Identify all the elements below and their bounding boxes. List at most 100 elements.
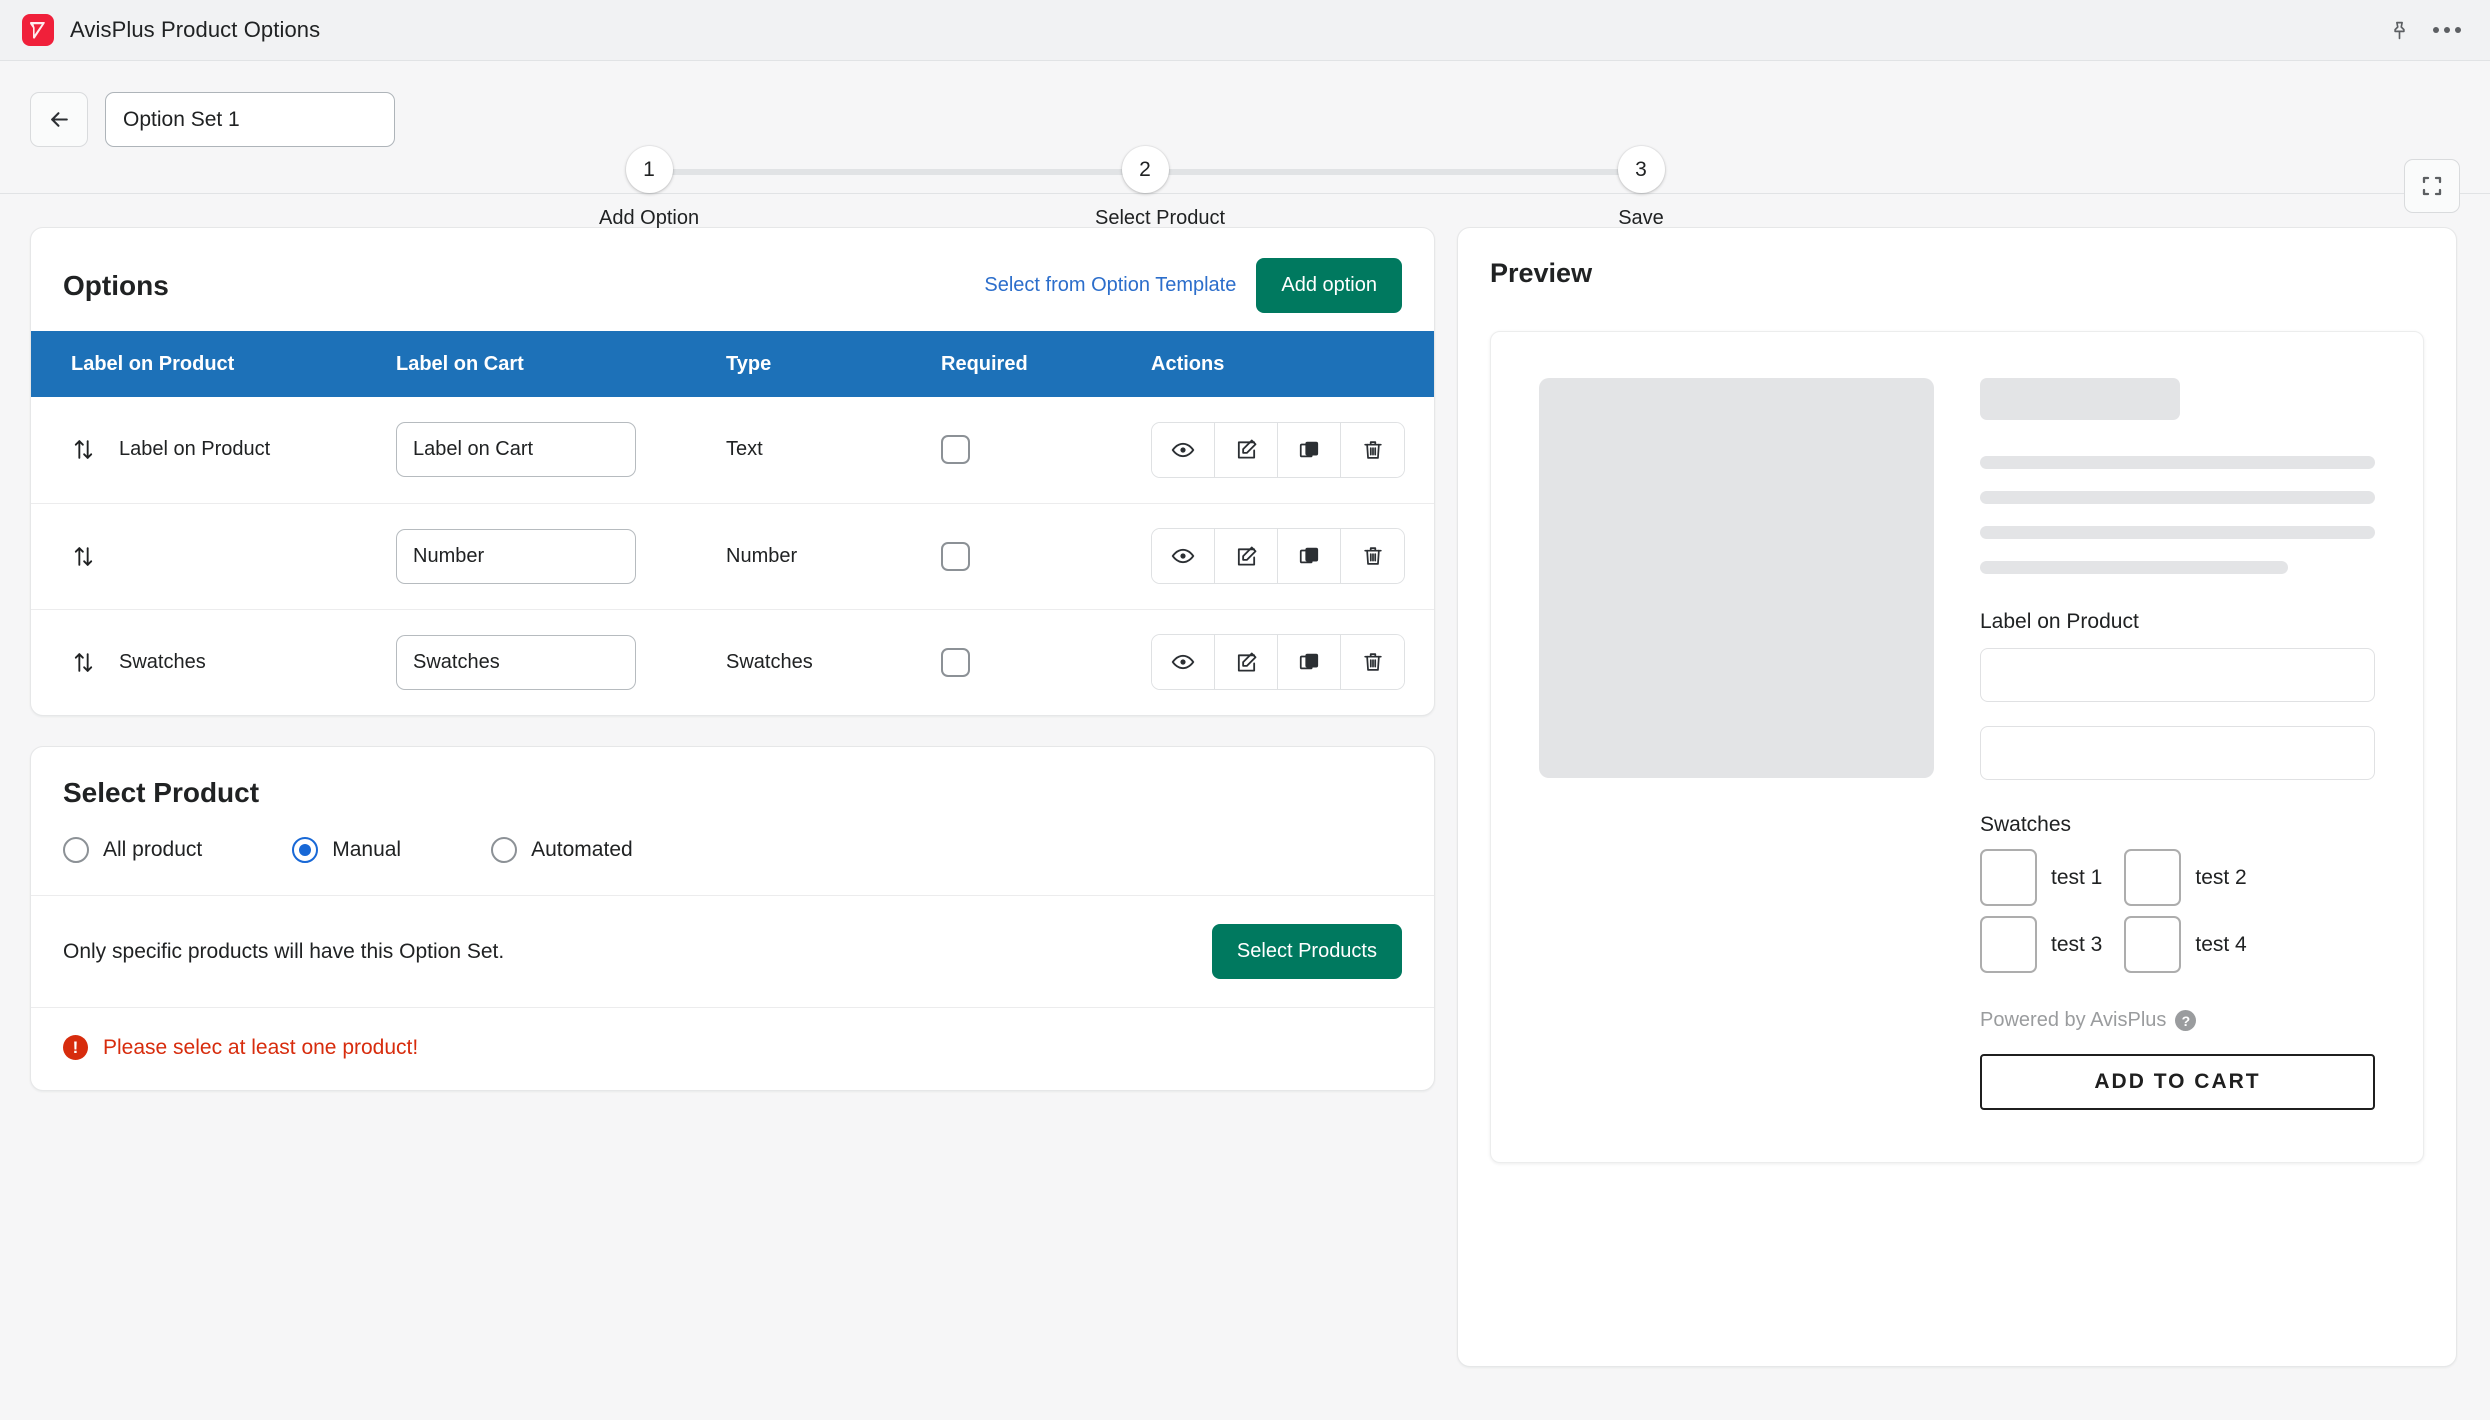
radio-automated-input[interactable] <box>491 837 517 863</box>
duplicate-icon[interactable] <box>1278 529 1341 583</box>
radio-manual-input[interactable] <box>292 837 318 863</box>
more-horizontal-icon[interactable] <box>2430 13 2464 47</box>
col-label-on-product: Label on Product <box>31 331 396 397</box>
error-icon: ! <box>63 1035 88 1060</box>
trash-icon[interactable] <box>1341 423 1404 477</box>
radio-all-product-input[interactable] <box>63 837 89 863</box>
step-2[interactable]: 2 Select Product <box>1095 146 1195 230</box>
pin-icon[interactable] <box>2382 13 2416 47</box>
row-2-cart-cell <box>396 503 726 609</box>
avisplus-logo-icon <box>22 14 54 46</box>
row-1-actions-cell <box>1151 397 1434 503</box>
row-3-label-wrap: Swatches <box>71 650 396 675</box>
eye-icon[interactable] <box>1152 529 1215 583</box>
app-bar: AvisPlus Product Options <box>0 0 2490 61</box>
options-table-head: Label on Product Label on Cart Type Requ… <box>31 331 1434 397</box>
skeleton-line-4 <box>1980 561 2288 574</box>
row-2-actions-group <box>1151 528 1405 584</box>
preview-number-field[interactable] <box>1980 726 2375 780</box>
swatch-box[interactable] <box>1980 916 2037 973</box>
eye-icon[interactable] <box>1152 423 1215 477</box>
radio-automated[interactable]: Automated <box>491 837 633 863</box>
eye-icon[interactable] <box>1152 635 1215 689</box>
step-1[interactable]: 1 Add Option <box>599 146 699 230</box>
row-2-label-cell <box>31 503 396 609</box>
page-header: 1 Add Option 2 Select Product 3 Save <box>0 61 2490 194</box>
skeleton-product-title <box>1980 378 2180 420</box>
row-3-required-checkbox[interactable] <box>941 648 970 677</box>
back-button[interactable] <box>30 92 88 147</box>
trash-icon[interactable] <box>1341 529 1404 583</box>
step-1-circle[interactable]: 1 <box>626 146 673 193</box>
fullscreen-icon[interactable] <box>2404 159 2460 213</box>
radio-all-product-label: All product <box>103 838 202 862</box>
col-required: Required <box>941 331 1151 397</box>
error-message: Please selec at least one product! <box>103 1036 418 1060</box>
edit-icon[interactable] <box>1215 635 1278 689</box>
swatch-label: test 4 <box>2195 933 2246 957</box>
table-row: Label on Product Text <box>31 397 1434 503</box>
swatch-box[interactable] <box>1980 849 2037 906</box>
options-table-body: Label on Product Text <box>31 397 1434 715</box>
row-2-required-checkbox[interactable] <box>941 542 970 571</box>
stepper: 1 Add Option 2 Select Product 3 Save <box>615 146 1675 236</box>
step-3[interactable]: 3 Save <box>1591 146 1691 230</box>
step-2-circle[interactable]: 2 <box>1122 146 1169 193</box>
skeleton-line-1 <box>1980 456 2375 469</box>
add-option-button[interactable]: Add option <box>1256 258 1402 313</box>
drag-handle-icon[interactable] <box>71 544 96 569</box>
row-1-label-cell: Label on Product <box>31 397 396 503</box>
row-3-actions-group <box>1151 634 1405 690</box>
edit-icon[interactable] <box>1215 529 1278 583</box>
trash-icon[interactable] <box>1341 635 1404 689</box>
skeleton-line-3 <box>1980 526 2375 539</box>
row-2-actions-cell <box>1151 503 1434 609</box>
duplicate-icon[interactable] <box>1278 635 1341 689</box>
row-2-required-cell <box>941 503 1151 609</box>
app-title: AvisPlus Product Options <box>70 17 320 43</box>
edit-icon[interactable] <box>1215 423 1278 477</box>
select-from-option-template-link[interactable]: Select from Option Template <box>984 274 1236 297</box>
row-1-actions-group <box>1151 422 1405 478</box>
options-title: Options <box>63 270 169 302</box>
preview-label-on-product: Label on Product <box>1980 610 2375 634</box>
options-table: Label on Product Label on Cart Type Requ… <box>31 331 1434 715</box>
duplicate-icon[interactable] <box>1278 423 1341 477</box>
swatch-box[interactable] <box>2124 916 2181 973</box>
swatch-item[interactable]: test 4 <box>2124 916 2246 973</box>
drag-handle-icon[interactable] <box>71 437 96 462</box>
row-1-required-checkbox[interactable] <box>941 435 970 464</box>
radio-manual[interactable]: Manual <box>292 837 401 863</box>
drag-handle-icon[interactable] <box>71 650 96 675</box>
step-3-circle[interactable]: 3 <box>1618 146 1665 193</box>
swatch-item[interactable]: test 1 <box>1980 849 2102 906</box>
swatch-label: test 3 <box>2051 933 2102 957</box>
help-icon[interactable]: ? <box>2175 1010 2196 1031</box>
row-1-label-on-product: Label on Product <box>119 438 270 461</box>
row-2-label-on-cart-input[interactable] <box>396 529 636 584</box>
row-3-required-cell <box>941 609 1151 715</box>
skeleton-line-2 <box>1980 491 2375 504</box>
options-card-header: Options Select from Option Template Add … <box>31 228 1434 331</box>
radio-all-product[interactable]: All product <box>63 837 202 863</box>
add-to-cart-button[interactable]: ADD TO CART <box>1980 1054 2375 1110</box>
right-column: Preview Label on Product Swatches <box>1457 227 2457 1367</box>
select-product-title: Select Product <box>63 777 1402 809</box>
preview-title: Preview <box>1490 258 2424 289</box>
swatch-box[interactable] <box>2124 849 2181 906</box>
swatch-item[interactable]: test 2 <box>2124 849 2246 906</box>
preview-swatches-grid: test 1 test 2 test 3 test 4 <box>1980 849 2375 973</box>
options-header-actions: Select from Option Template Add option <box>984 258 1402 313</box>
select-products-button[interactable]: Select Products <box>1212 924 1402 979</box>
swatch-item[interactable]: test 3 <box>1980 916 2102 973</box>
validation-error: ! Please selec at least one product! <box>31 1008 1434 1090</box>
row-1-label-on-cart-input[interactable] <box>396 422 636 477</box>
swatch-label: test 1 <box>2051 866 2102 890</box>
preview-text-field[interactable] <box>1980 648 2375 702</box>
row-2-type: Number <box>726 503 941 609</box>
row-3-label-on-cart-input[interactable] <box>396 635 636 690</box>
row-3-label-on-product: Swatches <box>119 651 206 674</box>
option-set-name-input[interactable] <box>105 92 395 147</box>
select-product-header: Select Product <box>31 747 1434 809</box>
table-header-row: Label on Product Label on Cart Type Requ… <box>31 331 1434 397</box>
